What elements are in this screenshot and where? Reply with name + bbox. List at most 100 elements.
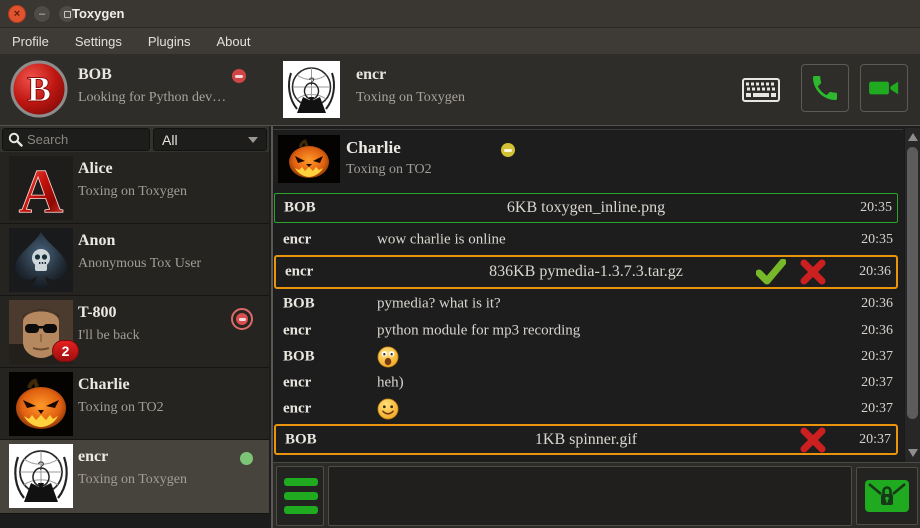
contact-status-message: Toxing on Toxygen <box>78 472 187 488</box>
message-input[interactable] <box>328 466 852 526</box>
message-row-file: BOB 1KB spinner.gif 20:37 <box>274 424 898 455</box>
cross-icon <box>800 427 826 453</box>
message-row: encr heh) 20:37 <box>274 371 898 395</box>
svg-text:?: ? <box>308 76 314 88</box>
message-text: wow charlie is online <box>377 232 506 249</box>
search-row: All <box>0 126 269 153</box>
contact-row-alice[interactable]: A Alice Toxing on Toxygen <box>0 152 269 224</box>
menu-settings[interactable]: Settings <box>75 34 122 49</box>
message-row-emoji: BOB 20:37 <box>274 344 898 370</box>
check-icon <box>756 259 786 285</box>
message-time: 20:37 <box>861 375 893 391</box>
peer-status-message: Toxing on TO2 <box>346 162 432 178</box>
encrypted-send-icon <box>863 476 911 516</box>
chevron-down-icon <box>248 137 258 143</box>
menu-plugins[interactable]: Plugins <box>148 34 191 49</box>
search-input[interactable] <box>27 132 149 147</box>
shocked-face-emoji <box>377 346 399 368</box>
message-row: encr wow charlie is online 20:35 <box>274 228 898 252</box>
decline-transfer-button[interactable] <box>796 426 830 454</box>
message-sender: encr <box>283 232 311 249</box>
contact-status-message: Toxing on Toxygen <box>78 184 187 200</box>
file-transfer-label: 6KB toxygen_inline.png <box>275 199 897 217</box>
contact-name: Anon <box>78 232 115 250</box>
self-status-message: Looking for Python dev… <box>78 90 226 106</box>
keyboard-icon[interactable] <box>742 78 780 102</box>
alice-avatar: A <box>9 156 73 220</box>
contact-filter-dropdown[interactable]: All <box>153 128 267 151</box>
message-time: 20:36 <box>861 323 893 339</box>
cross-icon <box>800 259 826 285</box>
svg-text:?: ? <box>38 459 45 473</box>
smiling-face-emoji <box>377 398 399 420</box>
message-sender: encr <box>283 322 311 339</box>
message-row-file: encr 836KB pymedia-1.3.7.3.tar.gz 20:36 <box>274 255 898 289</box>
menu-profile[interactable]: Profile <box>12 34 49 49</box>
message-row-emoji: encr 20:37 <box>274 396 898 422</box>
message-sender: encr <box>283 375 311 392</box>
close-window-icon[interactable]: × <box>8 5 26 23</box>
contact-row-charlie[interactable]: Charlie Toxing on TO2 <box>0 368 269 440</box>
svg-text:A: A <box>19 158 64 220</box>
anon-avatar <box>9 228 73 292</box>
contact-row-anon[interactable]: Anon Anonymous Tox User <box>0 224 269 296</box>
contact-row-t800[interactable]: T-800 I'll be back 2 <box>0 296 269 368</box>
decline-transfer-button[interactable] <box>796 258 830 286</box>
contact-list: A Alice Toxing on Toxygen <box>0 152 269 514</box>
message-sender: BOB <box>283 349 315 366</box>
contact-status-message: I'll be back <box>78 328 140 344</box>
send-message-button[interactable] <box>856 467 918 525</box>
active-chat-avatar: ? <box>283 61 340 118</box>
peer-away-status-icon <box>501 143 515 157</box>
contact-row-encr[interactable]: ? encr Toxing on Toxygen <box>0 440 269 514</box>
charlie-avatar <box>9 372 73 436</box>
busy-status-icon <box>231 308 253 330</box>
message-text: heh) <box>377 375 404 392</box>
scroll-down-icon[interactable] <box>908 449 918 457</box>
peer-avatar <box>278 135 340 183</box>
message-time: 20:36 <box>859 264 891 280</box>
message-sender: BOB <box>283 296 315 313</box>
self-busy-status-icon <box>232 69 246 83</box>
message-time: 20:37 <box>861 401 893 417</box>
self-avatar[interactable]: B <box>10 60 68 118</box>
message-time: 20:36 <box>861 296 893 312</box>
audio-call-button[interactable] <box>801 64 849 112</box>
video-call-button[interactable] <box>860 64 908 112</box>
active-chat-name: encr <box>356 66 386 84</box>
toxygen-window: × – Toxygen Profile Settings Plugins Abo… <box>0 0 920 528</box>
message-time: 20:35 <box>860 200 892 216</box>
message-time: 20:37 <box>861 349 893 365</box>
window-title: Toxygen <box>72 6 125 21</box>
message-row-file: BOB 6KB toxygen_inline.png 20:35 <box>274 193 898 223</box>
camcorder-icon <box>867 71 901 105</box>
chat-menu-button[interactable] <box>276 466 324 526</box>
active-chat-status-message: Toxing on Toxygen <box>356 90 465 106</box>
composer <box>271 462 920 528</box>
accept-transfer-button[interactable] <box>754 258 788 286</box>
online-status-icon <box>240 452 253 465</box>
chat-panel: Charlie Toxing on TO2 BOB 6KB toxygen_in… <box>271 126 920 462</box>
menu-about[interactable]: About <box>216 34 250 49</box>
contact-list-panel: All A Alice Toxing on Toxygen <box>0 126 269 528</box>
message-text: pymedia? what is it? <box>377 296 501 313</box>
menubar: Profile Settings Plugins About <box>0 28 920 54</box>
message-text: python module for mp3 recording <box>377 322 580 339</box>
message-time: 20:35 <box>861 232 893 248</box>
contact-name: Charlie <box>78 376 130 394</box>
scrollbar-thumb[interactable] <box>907 147 918 419</box>
search-box <box>2 128 150 151</box>
contact-name: encr <box>78 448 108 466</box>
peer-name: Charlie <box>346 138 401 158</box>
contact-name: T-800 <box>78 304 117 322</box>
phone-icon <box>809 72 841 104</box>
scroll-up-icon[interactable] <box>908 133 918 141</box>
chat-scrollbar[interactable] <box>904 128 920 462</box>
contact-name: Alice <box>78 160 113 178</box>
message-sender: encr <box>283 401 311 418</box>
contact-status-message: Anonymous Tox User <box>78 256 201 272</box>
minimize-window-icon[interactable]: – <box>33 5 51 23</box>
unread-count-badge: 2 <box>52 340 79 362</box>
message-time: 20:37 <box>859 432 891 448</box>
contact-filter-value: All <box>162 132 178 148</box>
